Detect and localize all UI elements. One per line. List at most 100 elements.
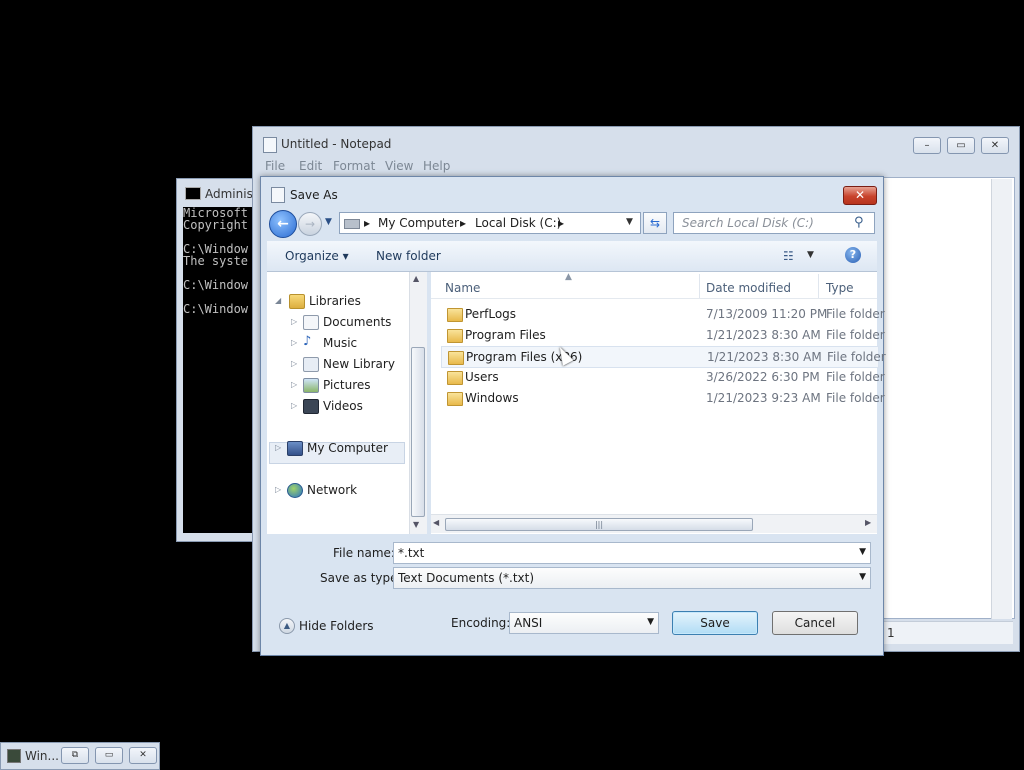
- help-icon[interactable]: ?: [845, 247, 861, 263]
- expand-icon[interactable]: ▷: [291, 359, 297, 368]
- chevron-down-icon[interactable]: ▼: [859, 572, 866, 582]
- recent-locations-dropdown-icon[interactable]: ▼: [325, 217, 332, 227]
- console-icon: [185, 187, 201, 200]
- column-divider[interactable]: [818, 274, 819, 298]
- file-list[interactable]: Name ▲ Date modified Type PerfLogs 7/13/…: [431, 272, 886, 534]
- breadcrumb-local-disk[interactable]: Local Disk (C:): [475, 216, 561, 230]
- maximize-button[interactable]: ▭: [947, 137, 975, 154]
- column-header-type[interactable]: Type: [826, 281, 854, 295]
- menu-file[interactable]: File: [265, 159, 285, 173]
- scroll-down-icon[interactable]: ▼: [413, 520, 419, 529]
- file-row-users[interactable]: Users 3/26/2022 6:30 PM File folder: [441, 367, 885, 387]
- sort-ascending-icon: ▲: [565, 272, 572, 282]
- column-header-name[interactable]: Name: [445, 281, 480, 295]
- documents-icon: [303, 315, 319, 330]
- expand-icon[interactable]: ▷: [291, 338, 297, 347]
- notepad-icon: [263, 137, 277, 153]
- libraries-icon: [289, 294, 305, 309]
- file-name-label: File name:: [333, 546, 395, 560]
- menu-edit[interactable]: Edit: [299, 159, 322, 173]
- forward-button[interactable]: →: [298, 212, 322, 236]
- scroll-right-icon[interactable]: ▶: [865, 518, 871, 527]
- hide-folders-link[interactable]: Hide Folders: [299, 619, 374, 633]
- search-placeholder: Search Local Disk (C:): [682, 216, 814, 230]
- address-bar[interactable]: ▸ My Computer ▸ Local Disk (C:) ▸ ▼: [339, 212, 641, 234]
- network-icon: [287, 483, 303, 498]
- notepad-title: Untitled - Notepad: [281, 137, 392, 151]
- search-input[interactable]: Search Local Disk (C:) ⚲: [673, 212, 875, 234]
- file-list-horizontal-scrollbar[interactable]: ◀ ||| ▶: [431, 514, 877, 533]
- file-row-windows[interactable]: Windows 1/21/2023 9:23 AM File folder: [441, 388, 885, 408]
- dialog-icon: [271, 187, 285, 203]
- save-as-type-select[interactable]: Text Documents (*.txt) ▼: [393, 567, 871, 589]
- breadcrumb-separator[interactable]: ▸: [364, 216, 370, 230]
- expand-icon[interactable]: ▷: [275, 485, 281, 494]
- status-line: 1: [887, 626, 895, 640]
- notepad-title-bar[interactable]: Untitled - Notepad – ▭ ✕: [253, 127, 1019, 159]
- console-title: Administ: [205, 187, 258, 201]
- computer-icon: [287, 441, 303, 456]
- column-header-date-modified[interactable]: Date modified: [706, 281, 791, 295]
- save-button[interactable]: Save: [672, 611, 758, 635]
- folder-icon: [447, 308, 463, 322]
- horizontal-scroll-thumb[interactable]: |||: [445, 518, 753, 531]
- command-toolbar: Organize ▾ New folder ☷ ▼ ?: [267, 241, 877, 272]
- save-as-dialog[interactable]: Save As ✕ ← → ▼ ▸ My Computer ▸ Local Di…: [260, 176, 886, 656]
- expand-icon[interactable]: ▷: [291, 317, 297, 326]
- folder-icon: [447, 329, 463, 343]
- view-options-icon[interactable]: ☷: [783, 249, 799, 263]
- organize-button[interactable]: Organize ▾: [285, 249, 349, 263]
- file-row-program-files[interactable]: Program Files 1/21/2023 8:30 AM File fol…: [441, 325, 885, 345]
- cancel-button[interactable]: Cancel: [772, 611, 858, 635]
- refresh-icon[interactable]: ⇆: [643, 212, 667, 234]
- close-button[interactable]: ✕: [981, 137, 1009, 154]
- restore-button[interactable]: ⧉: [61, 747, 89, 764]
- expand-icon[interactable]: ▷: [275, 443, 281, 452]
- window-icon: [7, 749, 21, 763]
- save-as-type-value: Text Documents (*.txt): [398, 571, 535, 585]
- new-folder-button[interactable]: New folder: [376, 249, 441, 263]
- pictures-icon: [303, 378, 319, 393]
- expand-icon[interactable]: ▷: [291, 380, 297, 389]
- close-button[interactable]: ✕: [129, 747, 157, 764]
- dialog-title: Save As: [290, 188, 338, 202]
- encoding-select[interactable]: ANSI ▼: [509, 612, 659, 634]
- minimize-button[interactable]: –: [913, 137, 941, 154]
- back-button[interactable]: ←: [269, 210, 297, 238]
- new-library-icon: [303, 357, 319, 372]
- notepad-status-bar: 1: [881, 621, 1013, 644]
- search-icon[interactable]: ⚲: [854, 215, 864, 230]
- navigation-pane[interactable]: ◢ Libraries ▷ Documents ▷ ♪ Music ▷ New …: [267, 272, 409, 534]
- chevron-down-icon[interactable]: ▼: [859, 547, 866, 557]
- expand-icon[interactable]: ▷: [291, 401, 297, 410]
- breadcrumb-separator[interactable]: ▸: [460, 216, 466, 230]
- menu-view[interactable]: View: [385, 159, 413, 173]
- dialog-close-button[interactable]: ✕: [843, 186, 877, 205]
- collapse-icon[interactable]: ◢: [275, 296, 281, 305]
- address-dropdown-icon[interactable]: ▼: [626, 217, 633, 227]
- music-icon: ♪: [303, 334, 312, 349]
- chevron-down-icon[interactable]: ▼: [647, 617, 654, 627]
- scroll-left-icon[interactable]: ◀: [433, 518, 439, 527]
- menu-help[interactable]: Help: [423, 159, 450, 173]
- file-row-perflogs[interactable]: PerfLogs 7/13/2009 11:20 PM File folder: [441, 304, 885, 324]
- hide-folders-icon[interactable]: ▲: [279, 618, 295, 634]
- maximize-button[interactable]: ▭: [95, 747, 123, 764]
- minimized-window-title: Win...: [25, 749, 59, 763]
- notepad-vertical-scrollbar[interactable]: [991, 179, 1012, 619]
- file-name-field[interactable]: *.txt ▼: [393, 542, 871, 564]
- minimized-window-bar[interactable]: Win... ⧉ ▭ ✕: [0, 742, 160, 770]
- menu-format[interactable]: Format: [333, 159, 375, 173]
- scroll-up-icon[interactable]: ▲: [413, 274, 419, 283]
- save-as-type-label: Save as type:: [320, 571, 402, 585]
- nav-pane-scroll-thumb[interactable]: [411, 347, 425, 517]
- encoding-value: ANSI: [514, 616, 543, 630]
- dialog-title-bar[interactable]: Save As ✕: [261, 177, 883, 207]
- file-row-program-files-x86[interactable]: Program Files (x86) 1/21/2023 8:30 AM Fi…: [441, 346, 886, 368]
- view-dropdown-icon[interactable]: ▼: [807, 250, 814, 260]
- folder-icon: [448, 351, 464, 365]
- column-divider[interactable]: [699, 274, 700, 298]
- folder-icon: [447, 392, 463, 406]
- breadcrumb-my-computer[interactable]: My Computer: [378, 216, 459, 230]
- breadcrumb-separator[interactable]: ▸: [558, 216, 564, 230]
